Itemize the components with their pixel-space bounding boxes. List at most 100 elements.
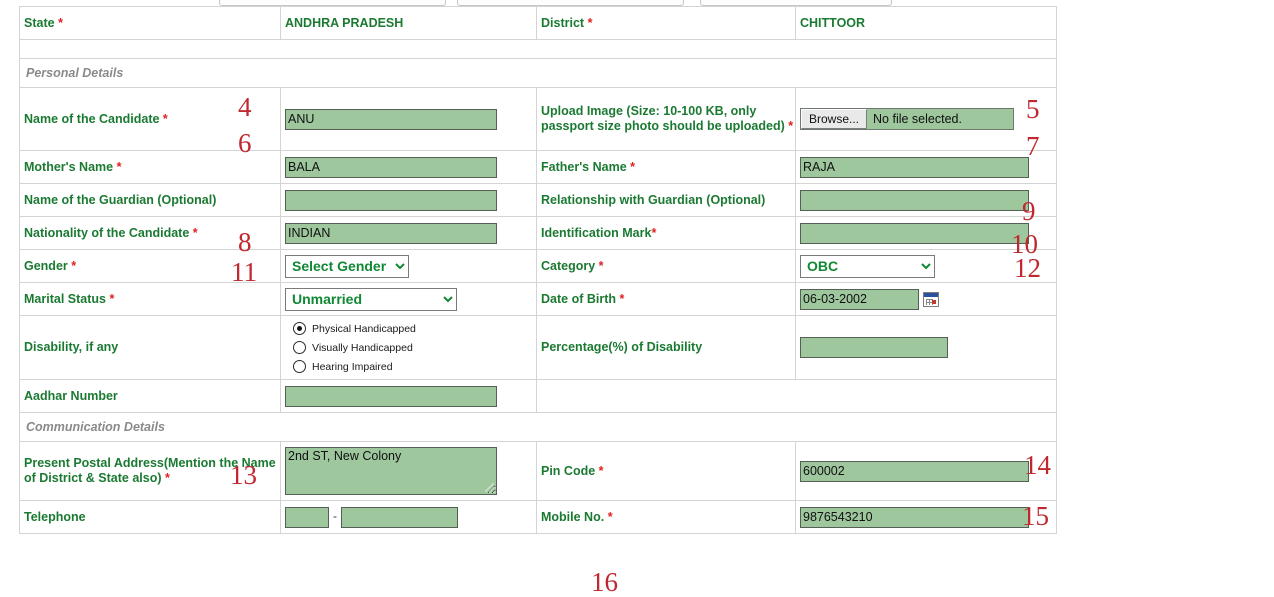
district-label: District *: [541, 15, 593, 30]
marital-status-select[interactable]: Unmarried: [285, 287, 457, 311]
candidate-name-required-mark: *: [162, 111, 168, 126]
cell-dob-label: Date of Birth *: [536, 282, 796, 316]
cell-guardian-name-label: Name of the Guardian (Optional): [19, 183, 281, 217]
row-gender-category: Gender * Select Gender Category * OBC: [19, 249, 1057, 283]
radio-physical-handicapped-icon[interactable]: [293, 322, 306, 335]
district-value: CHITTOOR: [800, 15, 866, 30]
row-mother-father-name: Mother's Name * Father's Name *: [19, 150, 1057, 184]
row-section-personal: Personal Details: [19, 58, 1057, 88]
calendar-icon[interactable]: [923, 291, 939, 307]
pin-code-required-mark: *: [598, 463, 604, 478]
mothers-name-label: Mother's Name *: [24, 159, 122, 174]
row-spacer-top: [19, 39, 1057, 59]
cell-mobile-input: [795, 500, 1057, 534]
guardian-name-input[interactable]: [285, 189, 497, 211]
cell-identification-mark-input: [795, 216, 1057, 250]
telephone-std-input[interactable]: [285, 506, 329, 528]
state-label: State *: [24, 15, 63, 30]
cell-state-value: ANDHRA PRADESH: [280, 6, 537, 40]
cell-gender-label: Gender *: [19, 249, 281, 283]
cell-category-select: OBC: [795, 249, 1057, 283]
guardian-name-label: Name of the Guardian (Optional): [24, 192, 217, 207]
postal-address-textarea[interactable]: 2nd ST, New Colony: [285, 447, 497, 495]
disability-option-visual[interactable]: Visually Handicapped: [293, 338, 536, 357]
cell-fathers-name-input: [795, 150, 1057, 184]
category-select[interactable]: OBC: [800, 254, 935, 278]
aadhar-number-label: Aadhar Number: [24, 388, 118, 403]
row-aadhar: Aadhar Number: [19, 379, 1057, 413]
cell-fathers-name-label: Father's Name *: [536, 150, 796, 184]
cell-nationality-label: Nationality of the Candidate *: [19, 216, 281, 250]
gender-select[interactable]: Select Gender: [285, 254, 409, 278]
cell-mothers-name-input: [280, 150, 537, 184]
disability-percentage-label: Percentage(%) of Disability: [541, 340, 703, 354]
cell-identification-mark-label: Identification Mark*: [536, 216, 796, 250]
state-required-mark: *: [58, 15, 63, 30]
cell-candidate-name-input: [280, 87, 537, 151]
cell-pin-code-label: Pin Code *: [536, 441, 796, 501]
radio-hearing-impaired-icon[interactable]: [293, 360, 306, 373]
browse-button[interactable]: Browse...: [801, 109, 868, 129]
category-required-mark: *: [598, 258, 604, 273]
cell-spacer-top: [19, 39, 1057, 59]
fathers-name-label: Father's Name *: [541, 159, 636, 174]
row-state-district: State * ANDHRA PRADESH District * CHITTO…: [19, 6, 1057, 40]
row-section-communication: Communication Details: [19, 412, 1057, 442]
disability-percentage-input[interactable]: [800, 337, 948, 358]
cell-category-label: Category *: [536, 249, 796, 283]
postal-address-textarea-wrap: 2nd ST, New Colony: [285, 447, 497, 495]
cell-aadhar-input: [280, 379, 537, 413]
gender-required-mark: *: [71, 258, 77, 273]
telephone-number-input[interactable]: [341, 506, 458, 528]
application-form-table: State * ANDHRA PRADESH District * CHITTO…: [19, 6, 1057, 534]
upload-image-file-input[interactable]: Browse... No file selected.: [800, 108, 1014, 130]
candidate-name-label: Name of the Candidate *: [24, 111, 168, 126]
marital-status-label: Marital Status *: [24, 291, 115, 306]
cell-disability-percentage-label: Percentage(%) of Disability: [536, 315, 796, 380]
identification-mark-input[interactable]: [800, 222, 1029, 244]
row-address-pincode: Present Postal Address(Mention the Name …: [19, 441, 1057, 501]
cell-district-value: CHITTOOR: [795, 6, 1057, 40]
disability-option-hearing-label: Hearing Impaired: [312, 360, 393, 373]
disability-option-physical-label: Physical Handicapped: [312, 322, 416, 335]
cell-mothers-name-label: Mother's Name *: [19, 150, 281, 184]
section-header-communication-details: Communication Details: [26, 420, 165, 434]
disability-label: Disability, if any: [24, 340, 119, 354]
mobile-no-label: Mobile No. *: [541, 509, 613, 524]
cell-aadhar-empty: [536, 379, 1057, 413]
disability-option-physical[interactable]: Physical Handicapped: [293, 319, 536, 338]
mobile-no-input[interactable]: [800, 506, 1029, 528]
pin-code-input[interactable]: [800, 460, 1029, 482]
row-telephone-mobile: Telephone - Mobile No. *: [19, 500, 1057, 534]
date-of-birth-input[interactable]: [800, 288, 919, 310]
marital-status-required-mark: *: [109, 291, 115, 306]
cell-nationality-input: [280, 216, 537, 250]
disability-option-visual-label: Visually Handicapped: [312, 341, 413, 354]
mobile-no-required-mark: *: [607, 509, 613, 524]
guardian-relationship-input[interactable]: [800, 189, 1029, 211]
cell-pin-code-input: [795, 441, 1057, 501]
identification-mark-required-mark: *: [651, 225, 657, 240]
upload-image-label: Upload Image (Size: 10-100 KB, only pass…: [541, 104, 794, 133]
district-required-mark: *: [587, 15, 593, 30]
calendar-icon-grid: [926, 298, 933, 305]
cell-candidate-name-label: Name of the Candidate *: [19, 87, 281, 151]
category-label: Category *: [541, 258, 604, 273]
telephone-separator: -: [333, 509, 337, 524]
disability-option-hearing[interactable]: Hearing Impaired: [293, 357, 536, 376]
candidate-name-input[interactable]: [285, 108, 497, 130]
radio-visually-handicapped-icon[interactable]: [293, 341, 306, 354]
telephone-label: Telephone: [24, 509, 86, 524]
cell-guardian-name-input: [280, 183, 537, 217]
row-disability: Disability, if any Physical Handicapped …: [19, 315, 1057, 380]
cell-state-label: State *: [19, 6, 281, 40]
fathers-name-input[interactable]: [800, 156, 1029, 178]
postal-address-required-mark: *: [165, 471, 170, 485]
aadhar-number-input[interactable]: [285, 385, 497, 407]
upload-image-required-mark: *: [788, 119, 794, 133]
section-header-personal-details: Personal Details: [26, 66, 124, 80]
row-nationality-idmark: Nationality of the Candidate * Identific…: [19, 216, 1057, 250]
nationality-input[interactable]: [285, 222, 497, 244]
mothers-name-input[interactable]: [285, 156, 497, 178]
guardian-relationship-label: Relationship with Guardian (Optional): [541, 192, 766, 207]
